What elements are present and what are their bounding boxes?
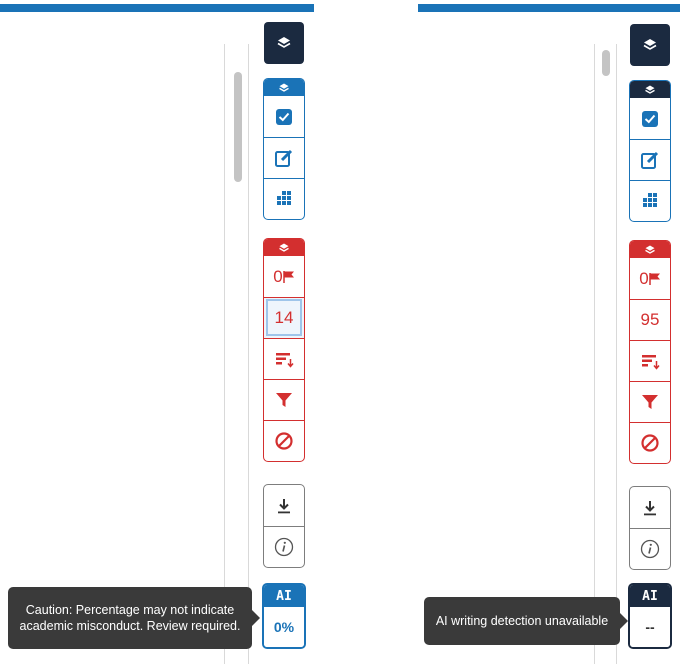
exclude-icon [641, 434, 659, 452]
match-count: 95 [640, 310, 660, 329]
tooltip-text: Caution: Percentage may not indicate aca… [19, 603, 241, 633]
checkbox-button[interactable] [264, 96, 304, 137]
edit-button[interactable] [630, 139, 670, 180]
edit-icon [275, 149, 293, 167]
layers-icon [277, 37, 291, 48]
flag-button[interactable]: 0 [264, 256, 304, 297]
grid-button[interactable] [264, 178, 304, 219]
filter-button[interactable] [630, 381, 670, 422]
tooltip-arrow [620, 613, 628, 629]
scrollbar-thumb[interactable] [234, 72, 242, 182]
divider [594, 44, 595, 664]
ai-score-value: 0% [264, 607, 304, 647]
checkbox-button[interactable] [630, 98, 670, 139]
tooltip-text: AI writing detection unavailable [435, 614, 609, 628]
flag-icon [282, 270, 294, 283]
checkbox-icon [276, 108, 292, 125]
filter-icon [276, 393, 292, 407]
info-button[interactable] [264, 526, 304, 567]
exclude-icon [275, 432, 293, 450]
right-panel: 0 95 AI writing detection unavailable AI… [418, 0, 680, 664]
top-accent-bar [0, 4, 314, 12]
sort-icon [642, 355, 660, 370]
flag-button[interactable]: 0 [630, 258, 670, 299]
top-accent-bar [418, 4, 680, 12]
info-button[interactable] [630, 528, 670, 569]
flag-icon [648, 272, 660, 285]
layers-icon[interactable] [264, 239, 304, 256]
sort-button[interactable] [630, 340, 670, 381]
filter-icon [642, 395, 658, 409]
match-count: 14 [274, 308, 294, 327]
exclude-button[interactable] [630, 422, 670, 463]
ai-score-value: -- [630, 607, 670, 647]
exclude-button[interactable] [264, 420, 304, 461]
gray-tool-group [629, 486, 671, 570]
left-panel: 0 14 Caution: Percentage may not indicat… [0, 0, 318, 664]
layers-toggle-button[interactable] [264, 22, 304, 64]
download-button[interactable] [630, 487, 670, 528]
layers-icon [643, 39, 657, 50]
ai-score-button[interactable]: AI 0% [262, 583, 306, 649]
ai-label: AI [630, 585, 670, 607]
info-icon [274, 537, 294, 557]
download-button[interactable] [264, 485, 304, 526]
edit-icon [641, 151, 659, 169]
info-icon [640, 539, 660, 559]
checkbox-icon [642, 110, 658, 127]
layers-icon[interactable] [630, 81, 670, 98]
ai-caution-tooltip: Caution: Percentage may not indicate aca… [8, 587, 260, 649]
filter-button[interactable] [264, 379, 304, 420]
ai-unavailable-tooltip: AI writing detection unavailable [424, 597, 628, 645]
flag-count: 0 [273, 266, 283, 286]
ai-label: AI [264, 585, 304, 607]
gray-tool-group [263, 484, 305, 568]
blue-tool-group [629, 80, 671, 222]
divider [224, 44, 225, 664]
divider [616, 44, 617, 664]
layers-toggle-button[interactable] [630, 24, 670, 66]
grid-button[interactable] [630, 180, 670, 221]
red-tool-group: 0 95 [629, 240, 671, 464]
match-count-button[interactable]: 95 [630, 299, 670, 340]
edit-button[interactable] [264, 137, 304, 178]
ai-score-button[interactable]: AI -- [628, 583, 672, 649]
download-icon [278, 498, 290, 513]
tooltip-arrow [252, 610, 260, 626]
red-tool-group: 0 14 [263, 238, 305, 462]
blue-tool-group [263, 78, 305, 220]
scrollbar-thumb[interactable] [602, 50, 610, 76]
sort-button[interactable] [264, 338, 304, 379]
match-count-button[interactable]: 14 [264, 297, 304, 338]
download-icon [644, 500, 656, 515]
grid-icon [643, 193, 657, 207]
flag-count: 0 [639, 268, 649, 288]
layers-icon[interactable] [630, 241, 670, 258]
divider [248, 44, 249, 664]
sort-icon [276, 353, 294, 368]
layers-icon[interactable] [264, 79, 304, 96]
grid-icon [277, 191, 291, 205]
